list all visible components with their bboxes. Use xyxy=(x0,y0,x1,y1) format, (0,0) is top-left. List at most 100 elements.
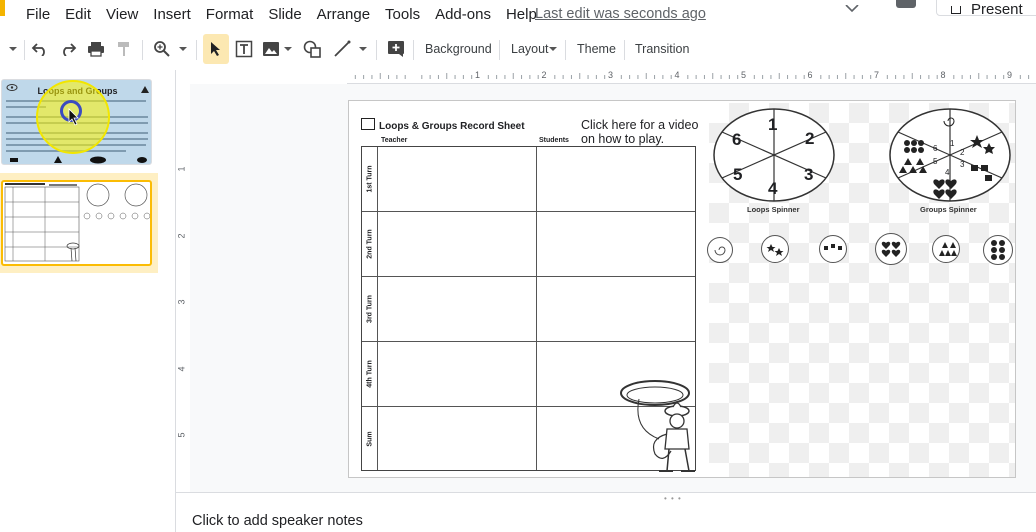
resize-handle-icon[interactable]: • • • xyxy=(664,494,682,503)
ruler-label: 1 xyxy=(475,70,481,80)
loops-spinner-number: 4 xyxy=(768,179,778,198)
groups-spinner-number: 2 xyxy=(960,148,965,157)
line-dropdown-icon[interactable] xyxy=(356,34,370,64)
shape-icon[interactable] xyxy=(299,34,325,64)
groups-spinner-number: 3 xyxy=(960,160,965,169)
print-icon[interactable] xyxy=(84,34,108,64)
table-row: 1st Turn xyxy=(362,147,695,212)
turn-label: 1st Turn xyxy=(366,165,373,193)
text-box-icon[interactable] xyxy=(231,34,257,64)
toolbar-divider xyxy=(142,40,143,60)
menu-slide[interactable]: Slide xyxy=(268,6,301,23)
ruler-label: 9 xyxy=(1007,70,1013,80)
ruler-label: 3 xyxy=(176,299,187,305)
paint-format-icon[interactable] xyxy=(112,34,136,64)
ruler-label: 7 xyxy=(874,70,880,80)
loops-spinner-label: Loops Spinner xyxy=(747,205,800,214)
triangle-icon xyxy=(141,86,149,93)
notes-divider[interactable] xyxy=(176,492,1036,493)
loops-spinner-number: 1 xyxy=(768,115,778,134)
toolbar-divider xyxy=(196,40,197,60)
table-row: 3rd Turn xyxy=(362,277,695,342)
menu-insert[interactable]: Insert xyxy=(153,6,191,23)
menu-arrange[interactable]: Arrange xyxy=(317,6,370,23)
token-spiral[interactable] xyxy=(707,237,733,263)
ruler-label: 6 xyxy=(807,70,813,80)
new-slide-dropdown[interactable] xyxy=(4,34,22,64)
vertical-ruler[interactable]: 1 2 3 4 5 xyxy=(176,100,190,480)
menu-file[interactable]: File xyxy=(26,6,50,23)
groups-spinner-number: 4 xyxy=(945,168,950,177)
video-link-text[interactable]: Click here for a video on how to play. xyxy=(581,118,711,146)
theme-button[interactable]: Theme xyxy=(577,42,616,56)
transition-button[interactable]: Transition xyxy=(635,42,689,56)
loops-spinner-number: 3 xyxy=(804,165,814,184)
menu-edit[interactable]: Edit xyxy=(65,6,91,23)
loops-spinner-number: 5 xyxy=(733,165,743,184)
turn-label: 3rd Turn xyxy=(366,295,373,323)
ruler-label: 8 xyxy=(940,70,946,80)
table-row: 2nd Turn xyxy=(362,212,695,277)
background-button[interactable]: Background xyxy=(425,42,492,56)
token-squares[interactable] xyxy=(819,235,847,263)
last-edit-link[interactable]: Last edit was seconds ago xyxy=(535,6,706,22)
slide-canvas[interactable]: Loops & Groups Record Sheet Teacher Stud… xyxy=(348,100,1016,478)
menu-view[interactable]: View xyxy=(106,6,138,23)
present-icon xyxy=(951,6,961,14)
token-stars[interactable] xyxy=(761,235,789,263)
slide-thumbnail-2[interactable] xyxy=(1,180,152,266)
ruler-label: 4 xyxy=(674,70,680,80)
menu-help[interactable]: Help xyxy=(506,6,537,23)
thumb-slide-preview xyxy=(4,183,150,262)
speaker-notes[interactable]: Click to add speaker notes xyxy=(192,513,363,529)
menu-bar: File Edit View Insert Format Slide Arran… xyxy=(0,0,1036,30)
ruler-label: 3 xyxy=(608,70,614,80)
toolbar-divider xyxy=(499,40,500,60)
menu-addons[interactable]: Add-ons xyxy=(435,6,491,23)
ruler-label: 1 xyxy=(176,166,187,172)
ruler-label: 2 xyxy=(176,232,187,239)
menu-tools[interactable]: Tools xyxy=(385,6,420,23)
cowboy-illustration xyxy=(620,380,695,472)
toolbar-divider xyxy=(24,40,25,60)
image-icon[interactable] xyxy=(259,34,283,64)
insert-comment-icon[interactable] xyxy=(384,34,408,64)
ruler-ticks xyxy=(354,73,1030,79)
loops-spinner-number: 6 xyxy=(732,130,742,149)
groups-spinner-number: 1 xyxy=(950,139,955,148)
menu-list: File Edit View Insert Format Slide Arran… xyxy=(26,6,552,23)
groups-spinner-label: Groups Spinner xyxy=(920,205,977,214)
token-dots[interactable] xyxy=(983,235,1013,265)
token-hearts[interactable] xyxy=(875,233,907,265)
zoom-dropdown-icon[interactable] xyxy=(176,34,190,64)
toolbar: Background Layout Theme Transition xyxy=(0,34,1036,66)
horizontal-ruler[interactable]: 1 2 3 4 5 6 7 8 9 xyxy=(347,70,1036,84)
turn-label: Sum xyxy=(366,430,373,447)
app-logo-edge xyxy=(0,0,5,16)
record-sheet-title: Loops & Groups Record Sheet xyxy=(379,121,525,132)
toolbar-divider xyxy=(624,40,625,60)
select-tool-icon[interactable] xyxy=(203,34,229,64)
turn-label: 4th Turn xyxy=(366,360,373,388)
toolbar-divider xyxy=(413,40,414,60)
menu-format[interactable]: Format xyxy=(206,6,254,23)
activity-icon[interactable] xyxy=(844,0,860,16)
present-button[interactable]: Present xyxy=(936,0,1036,18)
zoom-icon[interactable] xyxy=(150,34,174,64)
layout-button[interactable]: Layout xyxy=(511,42,549,56)
layout-dropdown-icon[interactable] xyxy=(547,34,559,64)
ruler-label: 2 xyxy=(541,70,547,80)
slides-editor: File Edit View Insert Format Slide Arran… xyxy=(0,0,1036,532)
token-triangles[interactable] xyxy=(932,235,960,263)
students-column-header: Students xyxy=(539,137,569,144)
comment-icon[interactable] xyxy=(896,0,916,8)
undo-icon[interactable] xyxy=(28,34,52,64)
toolbar-divider xyxy=(376,40,377,60)
redo-icon[interactable] xyxy=(56,34,80,64)
image-dropdown-icon[interactable] xyxy=(282,34,294,64)
loops-spinner-number: 2 xyxy=(805,129,815,148)
turn-label: 2nd Turn xyxy=(366,229,373,259)
teacher-column-header: Teacher xyxy=(381,137,408,144)
groups-spinner-number: 6 xyxy=(933,144,938,153)
line-icon[interactable] xyxy=(329,34,355,64)
